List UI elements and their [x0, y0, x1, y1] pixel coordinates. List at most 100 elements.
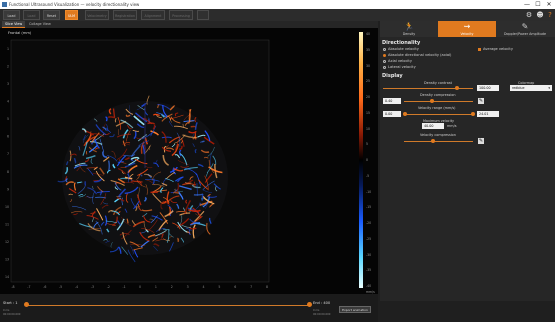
x-tick-label: 8	[266, 285, 268, 289]
colorbar-tick: 10	[366, 127, 370, 131]
tab-velocity-label: Velocity	[461, 32, 474, 36]
toolbar-button-registration[interactable]: Registration	[113, 10, 137, 20]
colorbar-tick: -10	[366, 190, 371, 194]
colorbar-tick: 40	[366, 32, 370, 36]
density-contrast-handle[interactable]	[455, 86, 459, 90]
max-velocity-field[interactable]: 40.00	[422, 123, 444, 129]
pen-icon[interactable]: ✎	[478, 98, 484, 104]
velocity-compression-slider[interactable]	[404, 141, 473, 142]
view-tabs: Slice View Collage View	[0, 21, 378, 28]
x-tick-label: 5	[218, 285, 220, 289]
colorbar-tick: -35	[366, 268, 371, 272]
timeline-end-handle[interactable]	[307, 302, 312, 307]
gear-icon[interactable]: ⚙	[525, 11, 533, 19]
velocity-map: -8-7-6-5-4-3-2-1012345678123456789101112…	[0, 28, 378, 294]
colorbar-tick: -25	[366, 237, 371, 241]
radio-absolute-velocity[interactable]: Absolute velocity	[383, 47, 419, 51]
colorbar-tick: 15	[366, 111, 370, 115]
density-contrast-slider[interactable]	[383, 88, 473, 89]
colormap-select[interactable]: redblue▾	[510, 85, 552, 91]
density-compression-slider[interactable]	[404, 101, 473, 102]
radio-axial-velocity[interactable]: Axial velocity	[383, 59, 412, 63]
tab-doppler[interactable]: ✎ Doppler/Power Amplitude	[496, 21, 554, 37]
colorbar-tick: 0	[366, 158, 368, 162]
user-icon[interactable]: ☻	[536, 11, 544, 19]
timeline-start-handle[interactable]	[24, 302, 29, 307]
colorbar-tick: 25	[366, 79, 370, 83]
density-contrast-field[interactable]: 100.00	[477, 85, 499, 91]
help-icon[interactable]: ?	[546, 11, 554, 19]
velocity-min-field[interactable]: 0.00	[383, 111, 401, 117]
colorbar-tick: -20	[366, 221, 371, 225]
timeline-end-label: End : 400	[313, 301, 330, 305]
export-animation-button[interactable]: Export animation	[339, 306, 371, 313]
y-tick-label: 8	[7, 170, 9, 174]
colorbar-tick: 30	[366, 64, 370, 68]
velocity-compression-handle[interactable]	[431, 139, 435, 143]
pen-icon[interactable]: ✎	[478, 138, 484, 144]
settings-panel: 🏃 Density ⇝ Velocity ✎ Doppler/Power Amp…	[380, 21, 555, 301]
vessel-segment	[120, 178, 126, 179]
colorbar-tick: -5	[366, 174, 369, 178]
vessel-segment	[174, 192, 179, 193]
toolbar-button-reset[interactable]: Reset	[43, 10, 60, 20]
colormap-value: redblue	[512, 86, 525, 90]
maximize-button[interactable]: ☐	[533, 0, 543, 9]
vessel-segment	[202, 194, 203, 201]
x-tick-label: -5	[59, 285, 62, 289]
velocity-range-slider[interactable]	[404, 114, 473, 115]
y-tick-label: 14	[5, 275, 9, 279]
colorbar-tick: 20	[366, 95, 370, 99]
radio-absolute-directional-velocity[interactable]: Absolute directional velocity (axial)	[383, 53, 451, 57]
timeline-start-label: Start : 1	[3, 301, 18, 305]
velocity-colorbar	[359, 32, 363, 288]
image-panel: Slice View Collage View Frontal (mm) -8-…	[0, 21, 378, 301]
density-compression-handle[interactable]	[430, 99, 434, 103]
vessel-segment	[194, 194, 203, 195]
tab-velocity[interactable]: ⇝ Velocity	[438, 21, 496, 37]
x-tick-label: -6	[43, 285, 46, 289]
tab-density[interactable]: 🏃 Density	[380, 21, 438, 37]
toolbar-button-extra[interactable]	[197, 10, 209, 20]
velocity-compression-label: Velocity compression	[420, 133, 456, 137]
timeline-bar: Start : 1 End : 400 0 ms 00:00:00.000 0 …	[0, 294, 378, 322]
timeline-end-time: 00:00:00.000	[313, 313, 330, 316]
velocity-max-field[interactable]: 24.01	[477, 111, 499, 117]
velocity-range-label: Velocity range (mm/s)	[418, 106, 455, 110]
toolbar-button-velocimetry[interactable]: Velocimetry	[85, 10, 109, 20]
title-bar: Functional Ultrasound Visualization — ve…	[0, 0, 555, 9]
directionality-heading: Directionality	[382, 40, 420, 46]
tab-density-label: Density	[403, 32, 416, 36]
y-tick-label: 6	[7, 135, 9, 139]
density-compression-label: Density compression	[420, 93, 455, 97]
x-tick-label: -7	[27, 285, 30, 289]
tab-collage-view[interactable]: Collage View	[26, 21, 54, 28]
y-tick-label: 11	[5, 222, 9, 226]
image-viewport[interactable]: Frontal (mm) -8-7-6-5-4-3-2-101234567812…	[0, 28, 378, 294]
minimize-button[interactable]: —	[522, 0, 532, 9]
colorbar-tick: 5	[366, 142, 368, 146]
toolbar-button-processing[interactable]: Processing	[169, 10, 193, 20]
toolbar-button-alignment[interactable]: Alignment	[141, 10, 165, 20]
y-tick-label: 2	[7, 65, 9, 69]
radio-lateral-velocity[interactable]: Lateral velocity	[383, 65, 416, 69]
tab-slice-view[interactable]: Slice View	[2, 21, 25, 28]
y-tick-label: 3	[7, 82, 9, 86]
toolbar-button-load-data[interactable]: Load data	[23, 10, 40, 20]
density-compression-field[interactable]: 0.40	[383, 98, 401, 104]
velocity-range-min-handle[interactable]	[403, 112, 407, 116]
tab-doppler-label: Doppler/Power Amplitude	[504, 32, 546, 36]
toolbar-button-ulm[interactable]: ULM	[65, 10, 78, 20]
y-tick-label: 12	[5, 240, 9, 244]
x-tick-label: 6	[234, 285, 236, 289]
average-velocity-checkbox[interactable]: Average velocity	[478, 47, 513, 51]
toolbar-button-load-raw[interactable]: Load raw	[3, 10, 20, 20]
timeline-track[interactable]	[26, 305, 309, 306]
velocity-range-max-handle[interactable]	[471, 112, 475, 116]
x-tick-label: -3	[91, 285, 94, 289]
y-tick-label: 4	[7, 100, 9, 104]
close-button[interactable]: ✕	[544, 0, 554, 9]
x-tick-label: 1	[155, 285, 157, 289]
x-tick-label: 4	[202, 285, 204, 289]
y-tick-label: 5	[7, 117, 9, 121]
